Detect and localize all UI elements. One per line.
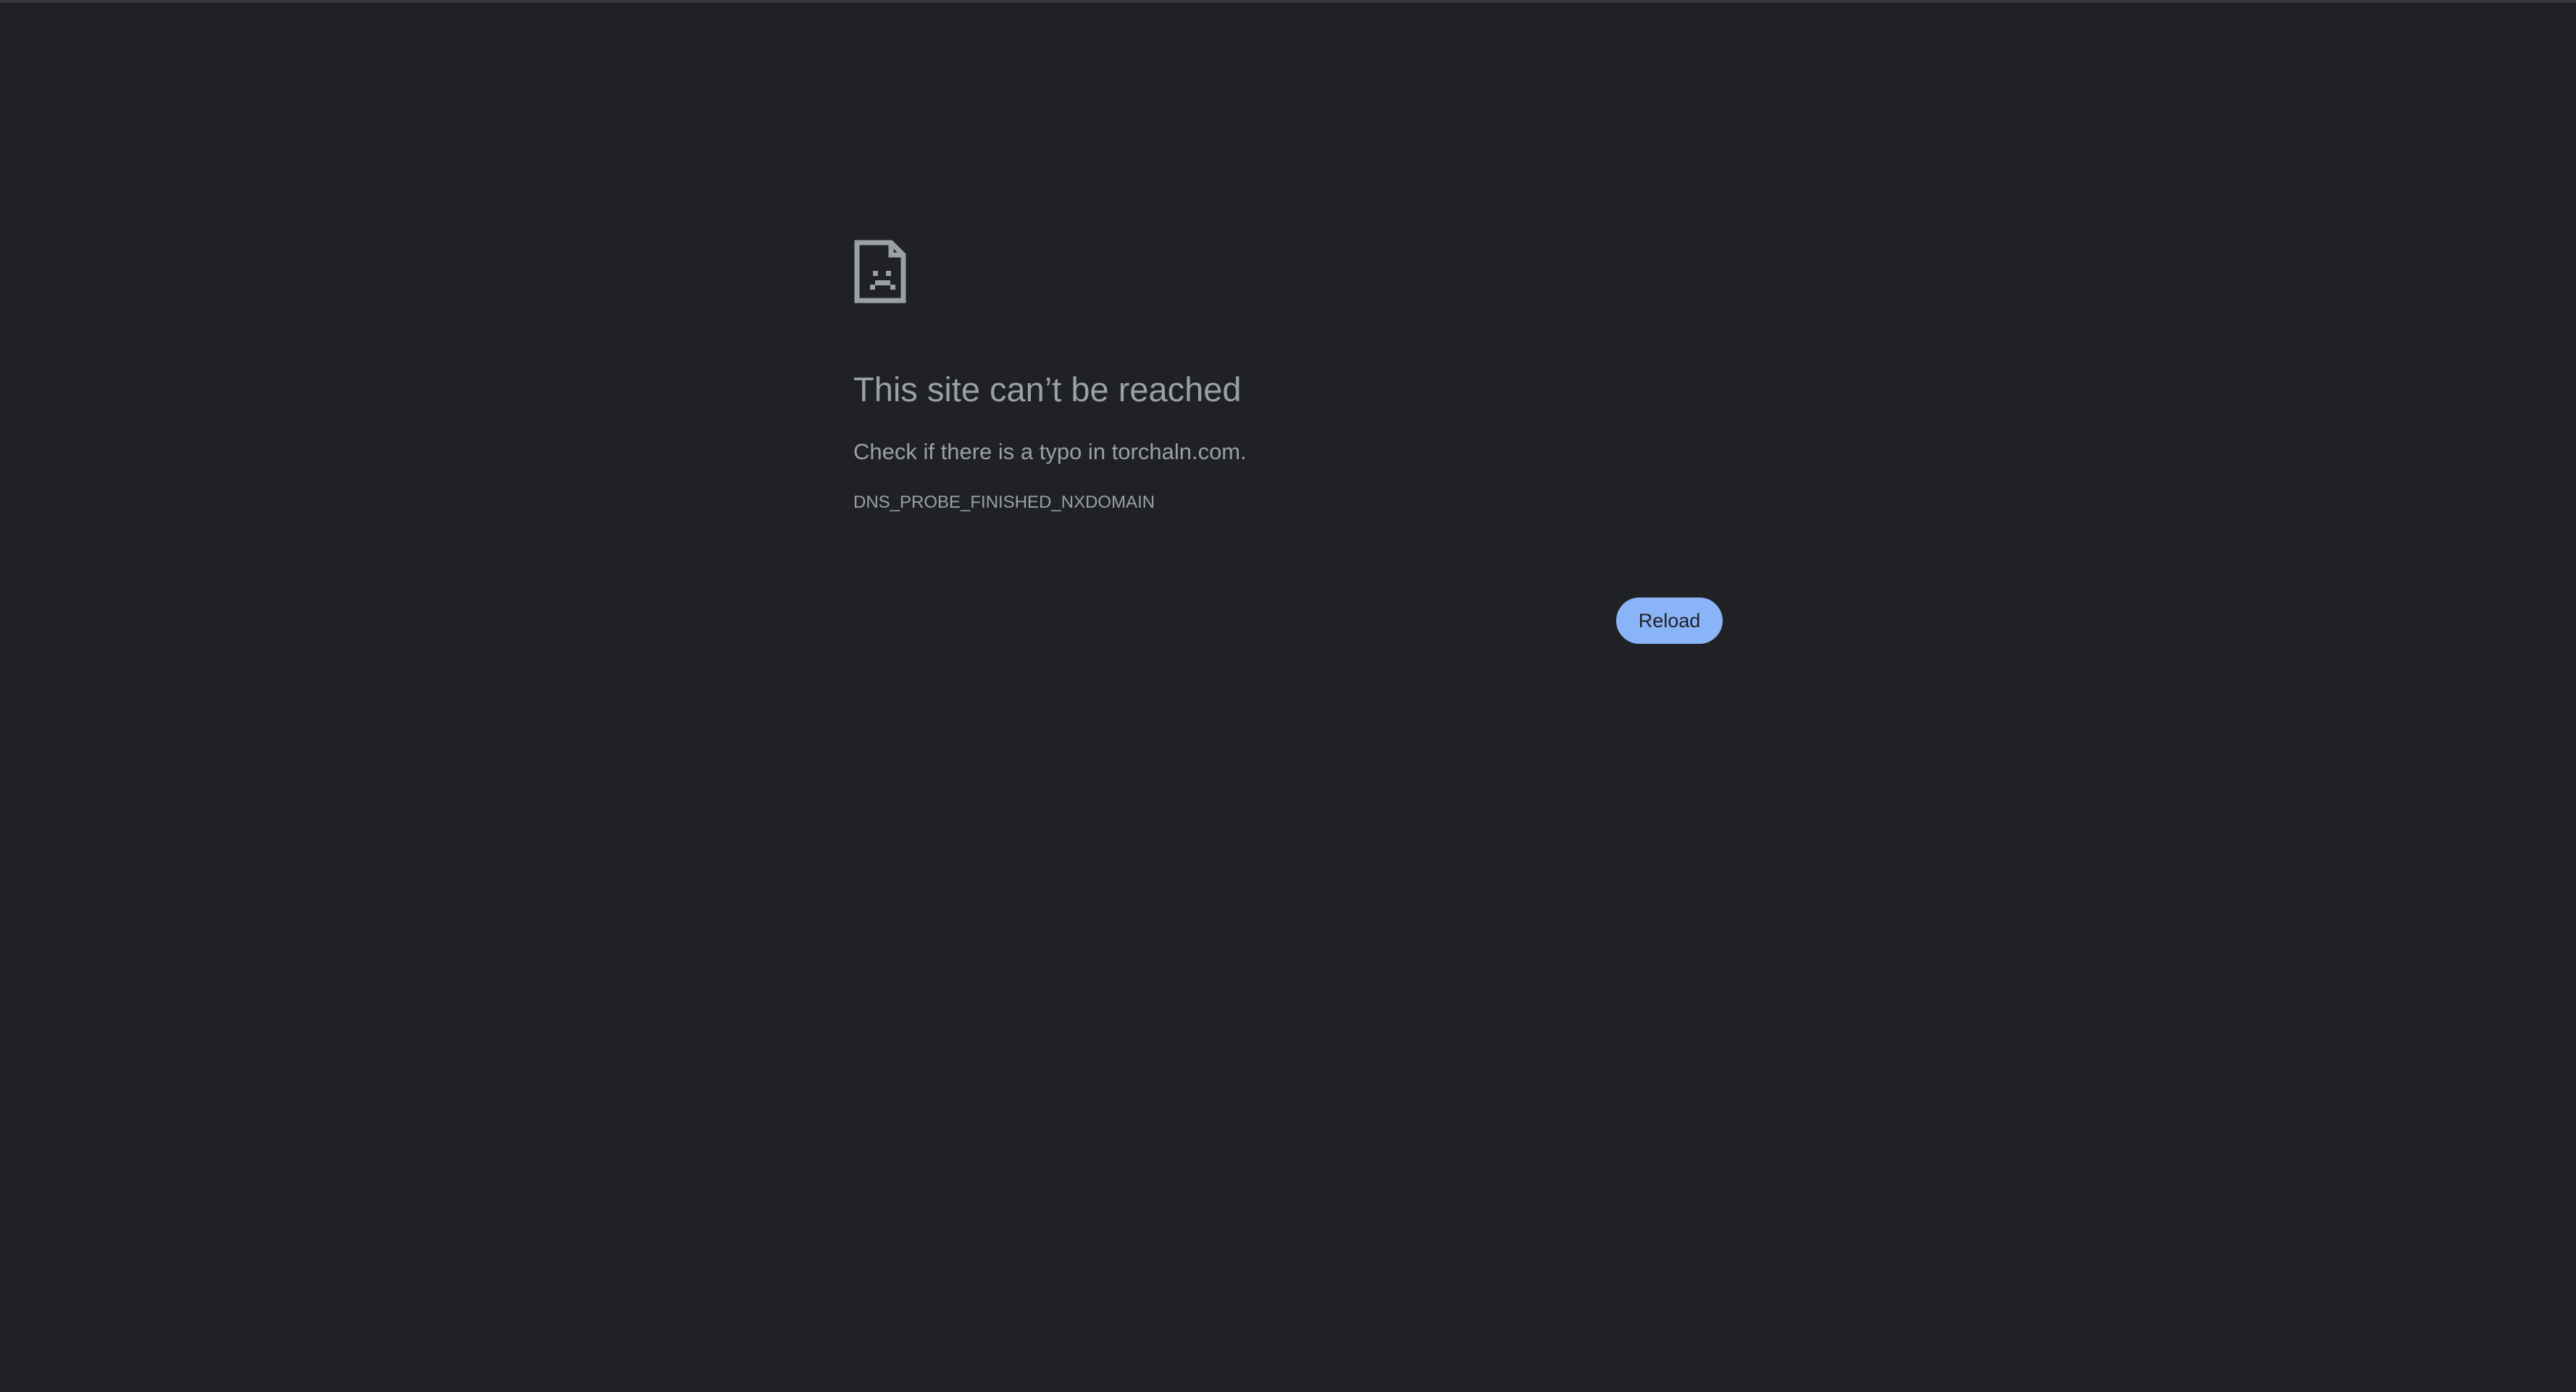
sad-document-icon	[853, 239, 907, 304]
error-code: DNS_PROBE_FINISHED_NXDOMAIN	[853, 492, 1155, 512]
error-summary: Check if there is a typo in torchaln.com…	[853, 439, 1247, 464]
reload-button[interactable]: Reload	[1616, 598, 1723, 644]
error-heading: This site can’t be reached	[853, 370, 1242, 408]
window-top-border	[0, 0, 2576, 3]
network-error-page: This site can’t be reached Check if ther…	[853, 239, 1723, 645]
